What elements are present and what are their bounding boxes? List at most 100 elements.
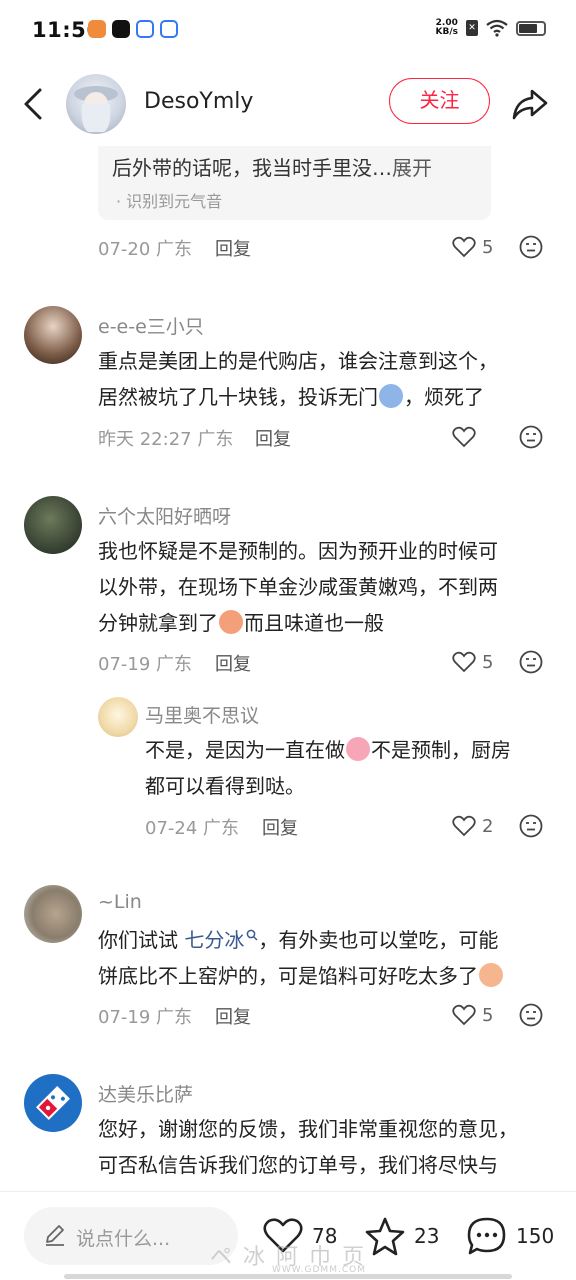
avatar-image <box>74 86 118 132</box>
like-button[interactable]: 5 <box>452 647 493 677</box>
dominos-logo <box>36 1086 70 1120</box>
collect-count: 23 <box>414 1224 440 1248</box>
share-icon[interactable] <box>508 82 552 126</box>
search-tag-link[interactable]: 七分冰 <box>184 928 244 952</box>
status-right: 2.00 KB/s ✕ <box>436 19 546 37</box>
app-icon-1 <box>88 20 106 38</box>
comment-text-part: ，烦死了 <box>404 385 484 409</box>
dislike-icon[interactable] <box>518 234 544 260</box>
comment-count: 150 <box>516 1224 555 1248</box>
status-app-icons <box>88 20 178 38</box>
comment-text: 你们试试 七分冰 ，有外卖也可以堂吃，可能 <box>98 922 498 959</box>
avatar[interactable] <box>66 74 126 134</box>
like-count: 5 <box>482 651 494 673</box>
avatar[interactable] <box>24 306 82 364</box>
voice-transcript-box[interactable]: 后外带的话呢，我当时手里没…展开 · 识别到元气音 <box>98 146 491 220</box>
dislike-icon[interactable] <box>518 813 544 839</box>
avatar[interactable] <box>24 496 82 554</box>
wifi-icon <box>486 19 508 37</box>
comments-button[interactable]: 150 <box>466 1208 554 1264</box>
comment-date: 07-19 广东 <box>98 1007 193 1028</box>
commenter-name[interactable]: e-e-e三小只 <box>98 312 204 339</box>
commenter-name[interactable]: 六个太阳好晒呀 <box>98 502 231 529</box>
comment-text: 重点是美团上的是代购店，谁会注意到这个， <box>98 349 498 373</box>
sim-x-icon: ✕ <box>466 20 478 36</box>
drooling-sticker-icon <box>479 963 503 987</box>
comment-text-part: 而且味道也一般 <box>244 611 384 635</box>
comment-date: 昨天 22:27 广东 <box>98 429 234 450</box>
comment-text: 都可以看得到哒。 <box>145 774 305 798</box>
dislike-icon[interactable] <box>518 424 544 450</box>
comment-meta: 07-24 广东 回复 <box>145 811 558 841</box>
comment-text: 可否私信告诉我们您的订单号，我们将尽快与 <box>98 1153 498 1177</box>
comments-list[interactable]: 后外带的话呢，我当时手里没…展开 · 识别到元气音 07-20 广东 回复 5 … <box>0 146 576 1191</box>
comment-input[interactable]: 说点什么... <box>24 1207 238 1265</box>
net-speed: 2.00 KB/s <box>436 19 458 37</box>
paw-icon <box>160 20 178 38</box>
comment-meta: 昨天 22:27 广东 回复 <box>98 422 558 452</box>
comment-text: 分钟就拿到了 而且味道也一般 <box>98 605 384 642</box>
comment-text-part: ，有外卖也可以堂吃，可能 <box>258 928 499 952</box>
tiktok-icon <box>112 20 130 38</box>
reply-button[interactable]: 回复 <box>215 650 251 676</box>
comment-text: 不是，是因为一直在做 不是预制，厨房 <box>145 732 511 769</box>
comment-text-part: 分钟就拿到了 <box>98 611 218 635</box>
reply-button[interactable]: 回复 <box>255 425 291 451</box>
like-count: 2 <box>482 815 494 837</box>
bottom-bar: 说点什么... 78 23 150 ペ 冰 阿 巾 页 WWW.GDMM.COM <box>0 1191 576 1280</box>
expand-link[interactable]: 展开 <box>392 156 432 180</box>
heart-icon <box>452 1004 476 1026</box>
reply-button[interactable]: 回复 <box>262 814 298 840</box>
heart-icon <box>452 815 476 837</box>
reply-button[interactable]: 回复 <box>215 1003 251 1029</box>
like-button[interactable]: 5 <box>452 1000 493 1030</box>
net-speed-unit: KB/s <box>435 27 458 37</box>
transcript-text: 后外带的话呢，我当时手里没…展开 <box>112 152 432 181</box>
search-icon <box>247 929 258 941</box>
input-placeholder: 说点什么... <box>76 1228 171 1250</box>
battery-icon <box>516 20 546 36</box>
heart-icon <box>452 236 476 258</box>
heart-icon <box>452 426 476 448</box>
like-button[interactable]: 2 <box>452 811 493 841</box>
commenter-name[interactable]: 马里奥不思议 <box>145 701 259 728</box>
commenter-name[interactable]: ~Lin <box>98 891 142 913</box>
author-name[interactable]: DesoYmly <box>144 89 253 114</box>
comment-text: 以外带，在现场下单金沙咸蛋黄嫩鸡，不到两 <box>98 575 498 599</box>
transcript-note: · 识别到元气音 <box>116 192 223 211</box>
comment-text: 您好，谢谢您的反馈，我们非常重视您的意见， <box>98 1117 518 1141</box>
avatar[interactable] <box>24 885 82 943</box>
avatar[interactable] <box>98 697 138 737</box>
back-icon[interactable] <box>14 82 54 126</box>
comment-text-part: 不是预制，厨房 <box>371 738 511 762</box>
follow-button[interactable]: 关注 <box>389 78 490 124</box>
like-count: 5 <box>482 1004 494 1026</box>
comment-text: 我也怀疑是不是预制的。因为预开业的时候可 <box>98 539 498 563</box>
header: DesoYmly 关注 <box>0 62 576 146</box>
comment-text: 居然被坑了几十块钱，投诉无门 ，烦死了 <box>98 379 484 416</box>
comment-text-part: 居然被坑了几十块钱，投诉无门 <box>98 385 378 409</box>
like-button[interactable]: 5 <box>452 232 493 262</box>
star-icon <box>365 1217 405 1256</box>
like-count: 5 <box>482 236 494 258</box>
collect-button[interactable]: 23 <box>364 1208 439 1264</box>
avatar[interactable] <box>24 1074 82 1132</box>
transcript-body: 后外带的话呢，我当时手里没… <box>112 156 392 180</box>
comment-date: 07-19 广东 <box>98 654 193 675</box>
dislike-icon[interactable] <box>518 649 544 675</box>
comment-date: 07-24 广东 <box>145 818 240 839</box>
pen-icon <box>46 1225 64 1246</box>
heart-icon <box>452 651 476 673</box>
comment-text-part: 你们试试 <box>98 928 185 952</box>
comment-text-part: 饼底比不上窑炉的，可是馅料可好吃太多了 <box>98 964 478 988</box>
paw-icon <box>136 20 154 38</box>
commenter-name[interactable]: 达美乐比萨 <box>98 1080 193 1107</box>
reply-button[interactable]: 回复 <box>215 235 251 261</box>
like-button[interactable] <box>452 422 482 452</box>
home-indicator[interactable] <box>64 1274 512 1279</box>
dislike-icon[interactable] <box>518 1002 544 1028</box>
crying-sticker-icon <box>346 737 370 761</box>
comment-bubble-icon <box>467 1217 506 1255</box>
crying-sticker-icon <box>219 610 243 634</box>
comment-text: 饼底比不上窑炉的，可是馅料可好吃太多了 <box>98 958 504 995</box>
